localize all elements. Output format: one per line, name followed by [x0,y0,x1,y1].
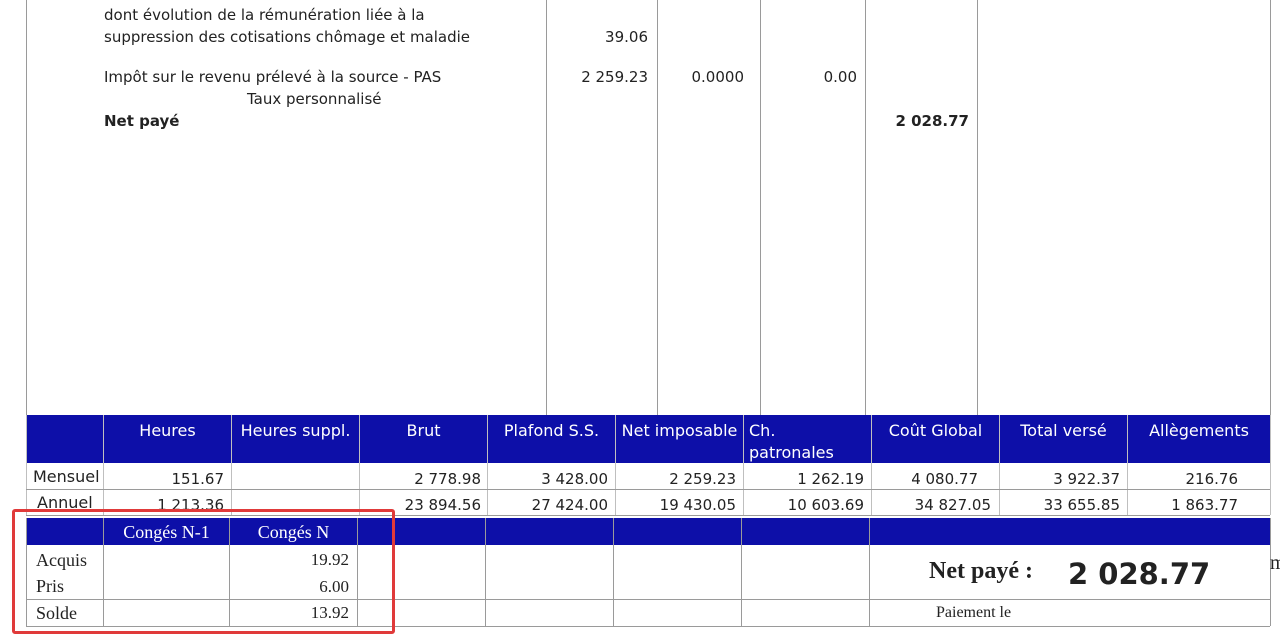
column-rule [657,0,658,415]
row-label-mensuel: Mensuel [33,467,100,486]
mensuel-plafond: 3 428.00 [541,470,608,488]
annuel-plafond: 27 424.00 [531,496,608,514]
annuel-allegements: 1 863.77 [1171,496,1238,514]
conges-row-rule [869,599,1270,600]
annuel-total-verse: 33 655.85 [1043,496,1120,514]
col-header-brut: Brut [406,421,441,440]
column-rule [865,0,866,415]
evolution-label-line1: dont évolution de la rémunération liée à… [104,6,425,24]
cropped-value-fragment [880,0,970,2]
header-divider [1270,415,1271,515]
header-divider [26,415,27,515]
column-rule [1270,0,1271,415]
taux-personnalise-label: Taux personnalisé [247,90,382,108]
conges-divider [485,518,486,626]
evolution-value: 39.06 [605,28,648,46]
column-rule [977,0,978,415]
col-header-allegements: Allègements [1149,421,1249,440]
row-rule [26,489,1270,490]
col-header-heures: Heures [139,421,196,440]
net-paye-label: Net payé [104,112,180,130]
col-header-net-imposable: Net imposable [621,421,738,440]
column-rule [760,0,761,415]
pas-label: Impôt sur le revenu prélevé à la source … [104,68,442,86]
conges-highlight-box [12,509,395,634]
col-header-heures-suppl: Heures suppl. [240,421,351,440]
footer-paiement-label: Paiement le [936,604,1012,621]
cropped-edge-glyph: m [1270,552,1280,574]
annuel-ch-patronales: 10 603.69 [787,496,864,514]
mensuel-total-verse: 3 922.37 [1053,470,1120,488]
conges-divider [869,518,870,626]
col-header-total-verse: Total versé [1020,421,1107,440]
column-rule [26,0,27,415]
pas-taux: 0.0000 [691,68,745,86]
annuel-heures: 1 213.36 [157,496,224,510]
mensuel-heures: 151.67 [171,470,225,488]
mensuel-net-imposable: 2 259.23 [669,470,736,488]
conges-divider [613,518,614,626]
col-header-ch-patronales: Ch. patronales [749,421,834,462]
evolution-label-line2: suppression des cotisations chômage et m… [104,28,471,46]
mensuel-ch-patronales: 1 262.19 [797,470,864,488]
cropped-heading-fragment [104,0,524,2]
footer-net-label: Net payé : [929,558,1033,584]
mensuel-allegements: 216.76 [1185,470,1239,488]
row-label-annuel: Annuel [37,494,93,510]
pas-montant: 0.00 [823,68,857,86]
net-paye-value: 2 028.77 [895,112,969,130]
pas-base: 2 259.23 [581,68,648,86]
col-header-plafond: Plafond S.S. [503,421,600,440]
mensuel-brut: 2 778.98 [414,470,481,488]
footer-net-value: 2 028.77 [1068,557,1211,591]
conges-divider [741,518,742,626]
annuel-net-imposable: 19 430.05 [659,496,736,514]
mensuel-cout-global: 4 080.77 [911,470,978,488]
annuel-cout-global: 34 827.05 [914,496,991,514]
col-header-cout-global: Coût Global [888,421,983,440]
column-rule [546,0,547,415]
